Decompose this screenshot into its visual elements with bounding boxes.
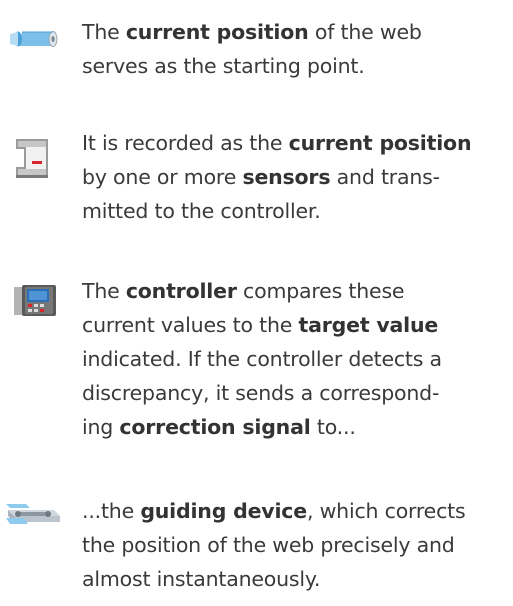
text-line: ...the guiding device, which corrects <box>82 494 509 528</box>
bold-term: current position <box>125 20 309 44</box>
bold-term: current position <box>288 131 472 155</box>
text-segment: ...the <box>82 499 141 523</box>
guiding-device-icon <box>4 498 64 532</box>
text-segment: It is recorded as the <box>82 131 289 155</box>
text-line: indicated. If the controller detects a <box>82 342 509 376</box>
controller-icon <box>4 283 62 321</box>
step-4-text: ...the guiding device, which corrects the… <box>82 494 509 596</box>
text-segment: ing <box>82 415 120 439</box>
text-segment: mitted to the controller. <box>82 199 321 223</box>
text-line: current values to the target value <box>82 308 509 342</box>
text-segment: compares these <box>236 279 405 303</box>
text-line: It is recorded as the current position <box>82 126 509 160</box>
text-line: The controller compares these <box>82 274 509 308</box>
text-segment: of the web <box>308 20 422 44</box>
text-segment: almost instantaneously. <box>82 567 321 591</box>
bold-term: correction signal <box>119 415 311 439</box>
bold-term: sensors <box>242 165 331 189</box>
sensor-icon <box>4 137 62 185</box>
text-line: mitted to the controller. <box>82 194 509 228</box>
text-line: The current position of the web <box>82 15 509 49</box>
bold-term: target value <box>298 313 439 337</box>
text-segment: and trans- <box>330 165 440 189</box>
web-roll-icon <box>4 22 62 60</box>
text-segment: indicated. If the controller detects a <box>82 347 442 371</box>
text-segment: serves as the starting point. <box>82 54 365 78</box>
text-segment: to... <box>310 415 356 439</box>
text-segment: The <box>82 279 126 303</box>
step-3-text: The controller compares these current val… <box>82 274 509 444</box>
text-segment: , which corrects <box>306 499 466 523</box>
text-line: serves as the starting point. <box>82 49 509 83</box>
text-segment: current values to the <box>82 313 299 337</box>
text-segment: the position of the web precisely and <box>82 533 455 557</box>
bold-term: controller <box>125 279 237 303</box>
text-line: discrepancy, it sends a correspond- <box>82 376 509 410</box>
text-line: by one or more sensors and trans- <box>82 160 509 194</box>
bold-term: guiding device <box>140 499 307 523</box>
text-segment: by one or more <box>82 165 243 189</box>
step-2-text: It is recorded as the current position by… <box>82 126 509 228</box>
text-segment: The <box>82 20 126 44</box>
step-1-text: The current position of the web serves as… <box>82 15 509 83</box>
text-segment: discrepancy, it sends a correspond- <box>82 381 440 405</box>
text-line: almost instantaneously. <box>82 562 509 596</box>
text-line: the position of the web precisely and <box>82 528 509 562</box>
text-line: ing correction signal to... <box>82 410 509 444</box>
